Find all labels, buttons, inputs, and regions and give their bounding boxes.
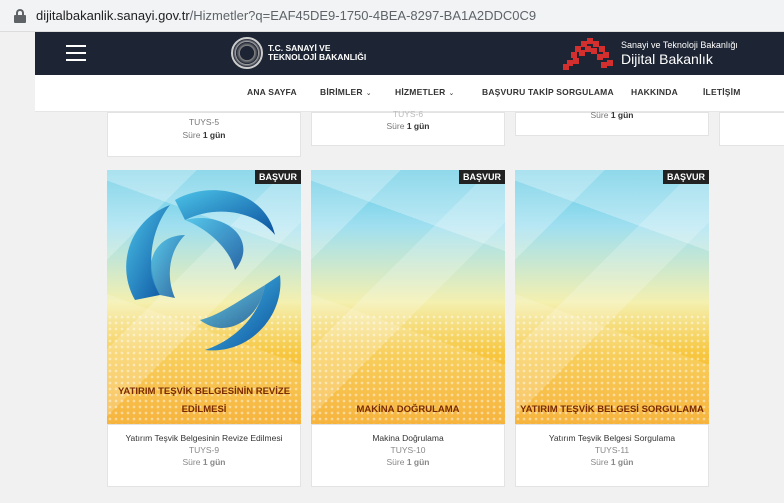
tile-title: YATIRIM TEŞVİK BELGESİNİN REVİZE EDİLMESİ	[107, 383, 301, 419]
chevron-down-icon: ⌄	[448, 90, 455, 97]
nav-home[interactable]: ANA SAYFA	[247, 87, 297, 97]
duration-value: 1 gün	[202, 130, 226, 140]
duration-value: 1 gün	[610, 110, 634, 120]
duration-value: 1 gün	[610, 457, 634, 467]
url-text[interactable]: dijitalbakanlik.sanayi.gov.tr/Hizmetler?…	[36, 8, 536, 23]
ministry-name-line2: TEKNOLOJİ BAKANLIĞI	[268, 52, 367, 62]
service-card-partial[interactable]	[719, 112, 784, 146]
nav-services[interactable]: HİZMETLER ⌄	[395, 87, 455, 97]
nav-services-label: HİZMETLER	[395, 87, 446, 97]
duration-label: Süre	[590, 457, 609, 467]
apply-button[interactable]: BAŞVUR	[254, 170, 301, 184]
site-header: T.C. SANAYİ VE TEKNOLOJİ BAKANLIĞI Sanay…	[35, 32, 784, 75]
address-bar[interactable]: dijitalbakanlik.sanayi.gov.tr/Hizmetler?…	[0, 0, 784, 32]
duration-label: Süre	[182, 457, 201, 467]
service-duration: Süre 1 gün	[516, 110, 708, 120]
service-tile-tuys-10[interactable]: BAŞVUR MAKİNA DOĞRULAMA	[311, 170, 505, 424]
service-code: TUYS-10	[390, 445, 426, 455]
duration-value: 1 gün	[202, 457, 226, 467]
service-duration: Süre 1 gün	[312, 121, 504, 131]
ministry-logo[interactable]: T.C. SANAYİ VE TEKNOLOJİ BAKANLIĞI	[231, 37, 366, 69]
service-duration: Süre 1 gün	[312, 457, 504, 467]
apply-button[interactable]: BAŞVUR	[458, 170, 505, 184]
service-code: TUYS-11	[594, 445, 630, 455]
ministry-seal-icon	[231, 37, 263, 69]
triple-swirl-logo-icon	[126, 190, 281, 351]
service-code: TUYS-6	[392, 109, 424, 119]
tile-title: YATIRIM TEŞVİK BELGESİ SORGULAMA	[520, 404, 704, 415]
duration-label: Süre	[386, 457, 405, 467]
service-name: Yatırım Teşvik Belgesinin Revize Edilmes…	[125, 433, 283, 443]
service-info-tuys-9[interactable]: Yatırım Teşvik Belgesinin Revize Edilmes…	[107, 424, 301, 487]
nav-contact[interactable]: İLETİŞİM	[703, 87, 741, 97]
lock-icon[interactable]	[14, 8, 26, 23]
nav-units[interactable]: BİRİMLER ⌄	[320, 87, 372, 97]
tile-title: MAKİNA DOĞRULAMA	[356, 404, 460, 415]
service-duration: Süre 1 gün	[108, 457, 300, 467]
duration-label: Süre	[590, 110, 609, 120]
digital-ministry-title: Dijital Bakanlık	[621, 50, 713, 67]
service-tile-tuys-9[interactable]: BAŞVUR YATIRIM TEŞVİK BELGESİNİN REVİZE E…	[107, 170, 301, 424]
nav-about[interactable]: HAKKINDA	[631, 87, 678, 97]
duration-value: 1 gün	[406, 457, 430, 467]
service-info-tuys-11[interactable]: Yatırım Teşvik Belgesi Sorgulama TUYS-11…	[515, 424, 709, 487]
tile-title-line1: YATIRIM TEŞVİK BELGESİNİN REVİZE	[117, 386, 291, 397]
service-card-top-3[interactable]: Süre 1 gün	[515, 110, 709, 136]
service-card-tuys-5[interactable]: TUYS-5 Süre 1 gün	[107, 112, 301, 157]
url-path: /Hizmetler?q=EAF45DE9-1750-4BEA-8297-BA1…	[189, 8, 537, 23]
digital-ministry-logo[interactable]: Sanayi ve Teknoloji Bakanlığı Dijital Ba…	[563, 36, 738, 70]
main-nav: ANA SAYFA BİRİMLER ⌄ HİZMETLER ⌄ BAŞVURU T…	[35, 75, 784, 112]
service-name: Makina Doğrulama	[372, 433, 444, 443]
partial-title	[108, 113, 300, 119]
duration-value: 1 gün	[406, 121, 430, 131]
apply-button[interactable]: BAŞVUR	[662, 170, 709, 184]
url-host: dijitalbakanlik.sanayi.gov.tr	[36, 8, 190, 23]
service-tile-tuys-11[interactable]: BAŞVUR YATIRIM TEŞVİK BELGESİ SORGULAMA	[515, 170, 709, 424]
chevron-down-icon: ⌄	[365, 90, 372, 97]
service-duration: Süre 1 gün	[516, 457, 708, 467]
service-code: TUYS-9	[188, 445, 220, 455]
service-duration: Süre 1 gün	[108, 130, 300, 140]
pixel-arc-icon	[563, 36, 613, 70]
tile-title-line2: EDİLMESİ	[181, 404, 227, 415]
nav-application-tracking[interactable]: BAŞVURU TAKİP SORGULAMA	[482, 87, 614, 97]
service-info-tuys-10[interactable]: Makina Doğrulama TUYS-10 Süre 1 gün	[311, 424, 505, 487]
nav-units-label: BİRİMLER	[320, 87, 363, 97]
service-card-tuys-6[interactable]: TUYS-6 Süre 1 gün	[311, 109, 505, 146]
service-name: Yatırım Teşvik Belgesi Sorgulama	[548, 433, 676, 443]
duration-label: Süre	[386, 121, 405, 131]
hamburger-menu-icon[interactable]	[66, 45, 86, 61]
duration-label: Süre	[182, 130, 201, 140]
digital-ministry-subtitle: Sanayi ve Teknoloji Bakanlığı	[621, 39, 738, 50]
